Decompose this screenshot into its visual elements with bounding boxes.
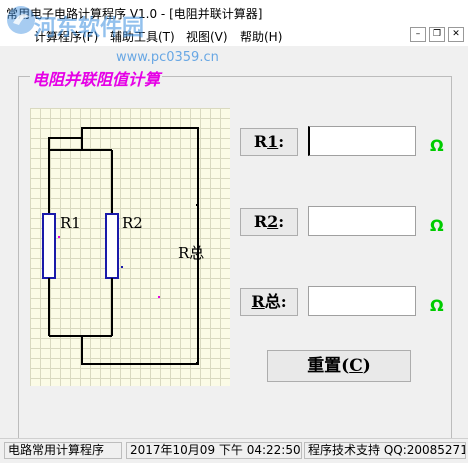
watermark-site-name: 河东软件园	[34, 16, 145, 41]
watermark-logo-icon	[7, 6, 35, 34]
r1-label-key: R	[253, 132, 268, 151]
r2-label-suffix: :	[278, 212, 285, 231]
r2-label-underline: 2	[267, 212, 279, 231]
rtotal-label-button[interactable]: R总:	[240, 288, 298, 316]
circuit-svg: R1 R2 R总	[42, 127, 204, 365]
menu-help[interactable]: 帮助(H)	[240, 28, 282, 45]
reset-label-text: 重置(	[307, 356, 350, 376]
marker-dot	[196, 204, 198, 206]
rtotal-output[interactable]	[308, 286, 416, 316]
marker-dot	[158, 296, 160, 298]
wire-top-left	[48, 137, 83, 150]
watermark-url: www.pc0359.cn	[116, 50, 219, 65]
status-bar: 电路常用计算程序 2017年10月09 下午 04:22:50 程序技术支持 Q…	[0, 438, 468, 463]
reset-label-suffix: )	[362, 356, 371, 376]
mdi-controls: – ❐ ✕	[410, 27, 464, 42]
mdi-close-icon[interactable]: ✕	[448, 27, 464, 42]
r2-input[interactable]	[308, 206, 416, 236]
r2-unit: Ω	[430, 216, 444, 235]
marker-dot	[58, 236, 60, 238]
resistor-r2	[105, 213, 119, 279]
resistor-r1	[42, 213, 56, 279]
r1-diagram-label: R1	[60, 214, 81, 232]
mdi-restore-icon[interactable]: ❐	[429, 27, 445, 42]
reset-button[interactable]: 重置(C)	[267, 350, 411, 382]
status-datetime: 2017年10月09 下午 04:22:50	[126, 442, 302, 459]
r1-unit: Ω	[430, 136, 444, 155]
r1-label-suffix: :	[278, 132, 285, 151]
rtotal-diagram-label: R总	[178, 244, 204, 262]
r2-diagram-label: R2	[122, 214, 143, 232]
app-window: 常用电子电路计算程序 V1.0 - [电阻并联计算器] 计算程序(F) 辅助工具…	[0, 0, 468, 463]
rtotal-label-rest: 总:	[264, 292, 287, 311]
menu-view[interactable]: 视图(V)	[186, 28, 228, 45]
r2-label-key: R	[253, 212, 268, 231]
r1-label-button[interactable]: R1:	[240, 128, 298, 156]
reset-label-underline: C	[349, 356, 363, 376]
marker-dot	[121, 266, 123, 268]
r1-label-underline: 1	[267, 132, 279, 151]
marker-dot	[196, 362, 198, 364]
r1-input[interactable]	[308, 126, 416, 156]
status-support: 程序技术支持 QQ:20085271(	[304, 442, 466, 459]
group-title: 电阻并联阻值计算	[30, 66, 163, 90]
mdi-minimize-icon[interactable]: –	[410, 27, 426, 42]
circuit-diagram: R1 R2 R总	[30, 108, 230, 386]
rtotal-unit: Ω	[430, 296, 444, 315]
status-app-name: 电路常用计算程序	[4, 442, 122, 459]
rtotal-label-underline: R	[251, 292, 265, 311]
r2-label-button[interactable]: R2:	[240, 208, 298, 236]
